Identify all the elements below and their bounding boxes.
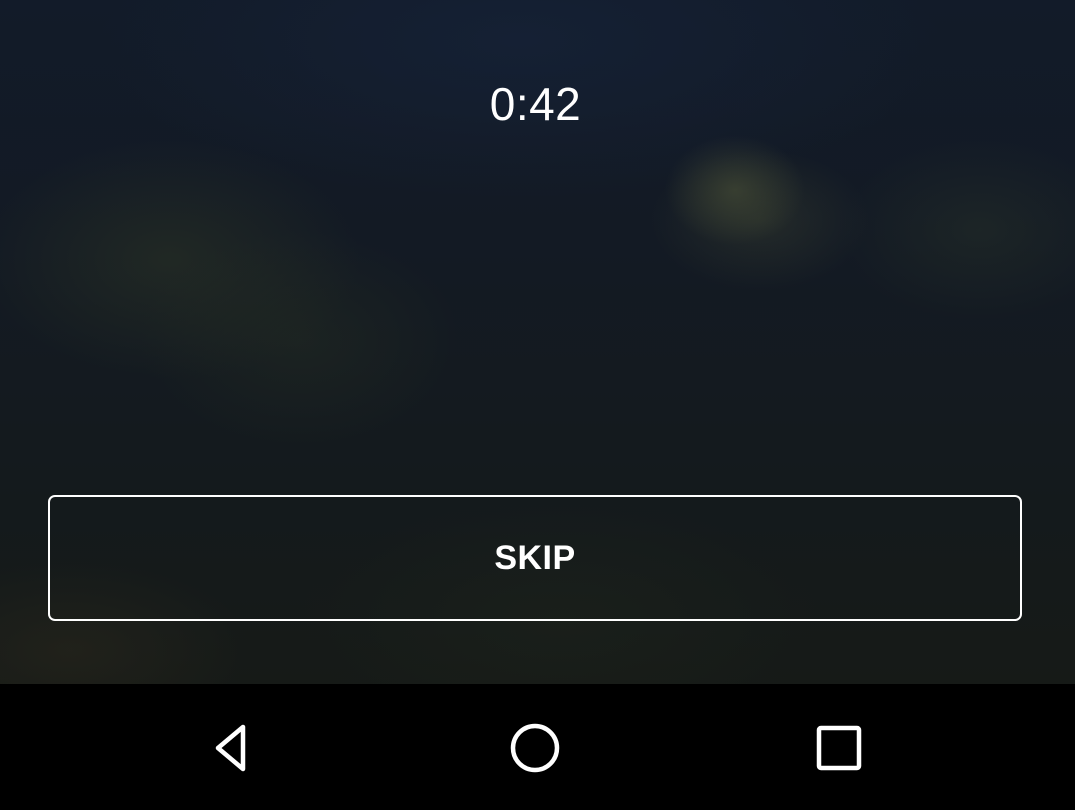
skip-button[interactable]: SKIP [48, 495, 1022, 621]
home-button[interactable] [495, 708, 575, 788]
recents-button[interactable] [799, 708, 879, 788]
home-circle-icon [510, 723, 560, 773]
countdown-timer: 0:42 [489, 78, 582, 130]
system-navigation-bar [0, 684, 1075, 810]
app-content-area: 0:42 SKIP [0, 0, 1075, 684]
back-triangle-icon [215, 724, 246, 772]
back-button[interactable] [192, 708, 272, 788]
recents-square-icon [816, 725, 862, 771]
screen: 0:42 SKIP [0, 0, 1075, 810]
